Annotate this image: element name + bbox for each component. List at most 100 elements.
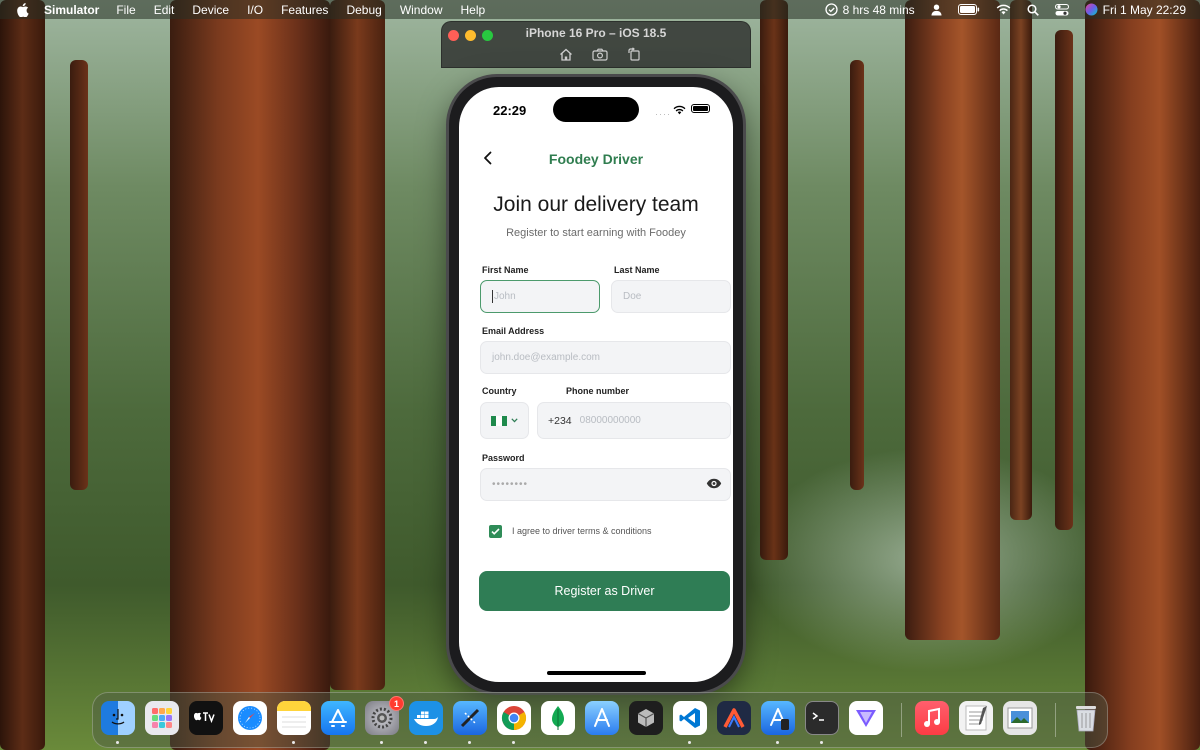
- siri-icon[interactable]: [1085, 3, 1098, 16]
- page-heading: Join our delivery team: [493, 193, 699, 216]
- triangle-app-icon[interactable]: [849, 701, 883, 735]
- tree-trunk: [1085, 0, 1200, 750]
- home-indicator[interactable]: [547, 671, 646, 675]
- menu-features[interactable]: Features: [281, 3, 328, 17]
- finder-icon[interactable]: [101, 701, 135, 735]
- page-subheading: Register to start earning with Foodey: [506, 227, 686, 239]
- country-picker[interactable]: [480, 402, 529, 439]
- app-title: Foodey Driver: [548, 151, 644, 167]
- menu-help[interactable]: Help: [461, 3, 486, 17]
- music-icon[interactable]: [915, 701, 949, 735]
- preview-icon[interactable]: [1003, 701, 1037, 735]
- running-indicator: [820, 741, 823, 744]
- agree-terms-label[interactable]: I agree to driver terms & conditions: [512, 526, 652, 536]
- terminal-icon[interactable]: [805, 701, 839, 735]
- vscode-icon[interactable]: [673, 701, 707, 735]
- instruments-icon[interactable]: [585, 701, 619, 735]
- menu-io[interactable]: I/O: [247, 3, 263, 17]
- settings-notification-badge: 1: [389, 696, 404, 711]
- menu-debug[interactable]: Debug: [346, 3, 381, 17]
- app-store-icon[interactable]: [321, 701, 355, 735]
- last-name-input[interactable]: Doe: [611, 280, 731, 313]
- nigeria-flag-icon: [491, 415, 507, 426]
- clock-datetime[interactable]: Fri 1 May 22:29: [1103, 3, 1186, 17]
- a-app-icon[interactable]: [717, 701, 751, 735]
- text-caret: [492, 290, 493, 303]
- dynamic-island: [553, 97, 639, 122]
- show-password-eye-icon[interactable]: [706, 478, 722, 492]
- tree-trunk: [760, 0, 788, 560]
- iphone-screen: 22:29 ···· Foodey Driver Join our delive…: [459, 87, 733, 682]
- status-bar-time: 22:29: [493, 103, 527, 118]
- phone-number-input[interactable]: +234 08000000000: [537, 402, 731, 439]
- xcode-icon[interactable]: [453, 701, 487, 735]
- tree-trunk: [905, 0, 1000, 640]
- menu-window[interactable]: Window: [400, 3, 443, 17]
- user-icon[interactable]: [931, 4, 942, 16]
- agree-terms-checkbox[interactable]: [489, 525, 502, 538]
- simulator-title: iPhone 16 Pro – iOS 18.5: [525, 26, 667, 40]
- country-label: Country: [482, 386, 517, 396]
- control-center-icon[interactable]: [1054, 3, 1069, 16]
- menu-bar-status-area: 8 hrs 48 mins Fri 1 May 22:29: [809, 0, 1186, 19]
- menu-app-name[interactable]: Simulator: [44, 3, 99, 17]
- screen-time-status[interactable]: 8 hrs 48 mins: [824, 2, 915, 17]
- wifi-icon: [673, 102, 686, 120]
- first-name-placeholder: John: [494, 291, 516, 302]
- dock-separator: [901, 703, 902, 737]
- simulator-window-titlebar: iPhone 16 Pro – iOS 18.5: [441, 21, 751, 68]
- phone-number-label: Phone number: [566, 386, 630, 396]
- phone-number-placeholder: 08000000000: [579, 415, 641, 426]
- first-name-input[interactable]: John: [480, 280, 600, 313]
- docker-icon[interactable]: [409, 701, 443, 735]
- screen-time-text: 8 hrs 48 mins: [842, 2, 915, 17]
- email-input[interactable]: john.doe@example.com: [480, 341, 731, 374]
- first-name-label: First Name: [482, 265, 529, 275]
- battery-icon[interactable]: [957, 4, 980, 15]
- trash-icon[interactable]: [1069, 701, 1103, 735]
- last-name-label: Last Name: [614, 265, 660, 275]
- checkmark-icon: [491, 528, 500, 535]
- chrome-icon[interactable]: [497, 701, 531, 735]
- menu-device[interactable]: Device: [192, 3, 229, 17]
- tree-trunk: [1055, 30, 1073, 530]
- tree-trunk: [1010, 0, 1032, 520]
- screenshot-camera-icon[interactable]: [592, 46, 608, 62]
- running-indicator: [380, 741, 383, 744]
- home-icon[interactable]: [558, 46, 574, 62]
- menu-edit[interactable]: Edit: [154, 3, 175, 17]
- running-indicator: [776, 741, 779, 744]
- password-placeholder: ••••••••: [492, 479, 529, 490]
- dock: 1: [92, 692, 1108, 748]
- mongodb-compass-icon[interactable]: [541, 701, 575, 735]
- notes-icon[interactable]: [277, 701, 311, 735]
- register-as-driver-button[interactable]: Register as Driver: [479, 571, 730, 611]
- wifi-icon[interactable]: [996, 4, 1011, 15]
- tree-trunk: [330, 0, 385, 690]
- rotate-device-icon[interactable]: [626, 46, 642, 62]
- menu-bar: Simulator File Edit Device I/O Features …: [0, 0, 1200, 19]
- apple-tv-icon[interactable]: [189, 701, 223, 735]
- last-name-placeholder: Doe: [623, 291, 642, 302]
- battery-icon: [691, 104, 710, 113]
- launchpad-icon[interactable]: [145, 701, 179, 735]
- textedit-icon[interactable]: [959, 701, 993, 735]
- dock-separator: [1055, 703, 1056, 737]
- dial-code: +234: [548, 414, 572, 427]
- tree-trunk: [70, 60, 88, 490]
- spotlight-search-icon[interactable]: [1027, 3, 1039, 16]
- menu-file[interactable]: File: [116, 3, 135, 17]
- simulator-icon[interactable]: [761, 701, 795, 735]
- running-indicator: [688, 741, 691, 744]
- 3d-cube-app-icon[interactable]: [629, 701, 663, 735]
- running-indicator: [512, 741, 515, 744]
- safari-icon[interactable]: [233, 701, 267, 735]
- password-input[interactable]: ••••••••: [480, 468, 731, 501]
- tree-trunk: [170, 0, 330, 750]
- email-placeholder: john.doe@example.com: [492, 352, 600, 363]
- checkmark-circle-icon: [824, 3, 838, 16]
- apple-menu-icon[interactable]: [16, 2, 30, 17]
- chevron-down-icon: [511, 418, 518, 423]
- tree-trunk: [0, 0, 45, 750]
- iphone-device-frame: 22:29 ···· Foodey Driver Join our delive…: [449, 77, 743, 692]
